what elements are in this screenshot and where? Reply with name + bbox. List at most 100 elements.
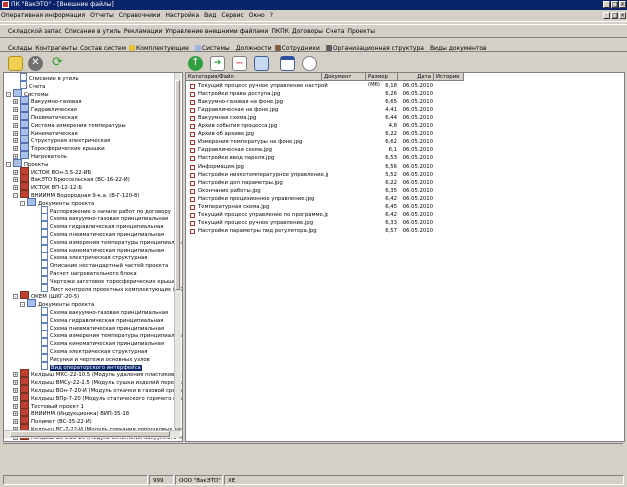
menu-item[interactable]: Окно [248,11,266,20]
tree-node[interactable]: Схема пневматическая принципиальная [34,229,164,238]
toolbar-link[interactable]: Управление внешними файлами [165,25,268,35]
column-header-size[interactable]: Размер (Мб) [366,73,398,88]
menu-item[interactable]: Справочники [118,11,162,20]
toolbar-link[interactable]: Организационная структура [325,39,427,52]
tree-node[interactable]: Чертежи заготовок торосферических крышек [34,275,179,285]
tree-node[interactable]: + Вакуумно-газовая [13,96,82,105]
toolbar-link[interactable]: Сотрудники [274,39,323,52]
tree-node[interactable]: - ОКЕМ (ШКГ-20-5) [13,291,79,300]
collapse-icon[interactable]: - [13,294,18,300]
file-row[interactable]: Гидравлическая на фоне.jpg 4,41 06.05.2010 [186,107,486,114]
tree-node[interactable]: Рисунки и чертежи основных узлов [34,353,150,363]
menu-item[interactable]: Настройка [165,11,201,20]
toolbar-link[interactable]: Склады [8,42,32,52]
toolbar-link[interactable]: Комплектующие [129,39,192,52]
tree-node[interactable]: + Пневматическая [13,112,78,121]
file-row[interactable]: Архив события процесса.jpg 4,8 06.05.2010 [186,123,486,130]
tree-node[interactable]: - Документы проекта [20,299,94,308]
file-row[interactable]: Настройки доп параметры.jpg 6,22 06.05.201… [186,180,486,187]
file-row[interactable]: Настройки ввод пароля.jpg 6,53 06.05.2010 [186,155,486,162]
column-header-history[interactable]: История [434,73,464,81]
file-row[interactable]: Текущий процесс ручное управление.jpg 6,3… [186,220,486,227]
mdi-restore-button[interactable]: □ [611,12,618,19]
toolbar-link[interactable]: Складской запас [8,25,62,35]
tree-node[interactable]: Схема кинематическая принципиальная [34,244,164,254]
file-list[interactable]: Категория/Файл Документ Размер (Мб) Дата… [185,72,625,442]
menu-item[interactable]: Отчеты [89,11,115,20]
collapse-icon[interactable]: - [13,193,18,198]
tree-node[interactable]: Схема кинематическая принципиальная [34,338,164,347]
file-row[interactable]: Вакуумно-газовая на фоне.jpg 6,65 06.05.20… [186,99,486,106]
tree-node[interactable]: + Полимет (ВС-35-22-И) [13,416,92,425]
menu-item[interactable]: Вид [203,11,217,20]
tree-node[interactable]: Схема электрическая структурная [34,252,147,261]
tree-node[interactable]: - Проекты [6,158,48,168]
file-row[interactable]: Окончание работы.jpg 6,35 06.05.2010 [186,188,486,195]
file-row[interactable]: Текущий процесс управление по программе.… [186,212,486,219]
tree-node[interactable]: Счета [13,80,45,90]
history-icon[interactable] [302,56,317,71]
file-row[interactable]: Текущий процесс ручное управление настро… [186,83,486,90]
tree-node[interactable]: + Келдыш ВМСу-22-2.5 (Модуль сушки издели… [13,377,182,386]
tree-horizontal-scroll-thumb[interactable] [10,431,170,437]
tree-node[interactable]: Схема измерения температуры принципиальн… [34,236,182,246]
tree-node[interactable]: - Документы проекта [20,197,94,207]
tree-node[interactable]: Описание нестандартный частей проекта [34,260,168,269]
copy-icon[interactable] [254,56,269,71]
file-row[interactable]: Информация.jpg 6,56 06.05.2010 [186,164,486,171]
tree-node[interactable]: + Келдыш ВПр-7-20 (Модуль статического го… [13,392,182,402]
tree-node[interactable]: + Келдыш МКС-22-10.5 (Модуль удаления пла… [13,369,182,378]
tree-node[interactable]: + Келдыш ВОн-7-20-И (Модуль откачки в газ… [13,385,182,394]
tree-node[interactable]: Схема измерения температуры принципиальн… [34,330,182,339]
tree-node[interactable]: Схема вакуумно-газовая принципиальная [34,307,168,316]
file-row[interactable]: Настройки прецизионное управление.jpg 6,4… [186,196,486,203]
file-row[interactable]: Настройки права доступа.jpg 6,26 06.05.201… [186,91,486,98]
tree-node[interactable]: - ВНИИНМ Водородная 9-к.а. (В-Г-120-8) [13,190,139,199]
tree-node[interactable]: + Гидравлическая [13,104,77,113]
menu-item[interactable]: Оперативная информация [0,11,86,20]
project-tree[interactable]: Списание в утиль Счета - Системы + Вакуумно-г… [3,72,183,442]
menu-item[interactable]: ? [269,11,274,20]
tree-node[interactable]: + Тестовый проект 1 [13,400,84,410]
tree-node[interactable]: + Структурная электрическая [13,135,110,144]
toolbar-link[interactable]: Списание в утиль [65,25,121,35]
tree-vertical-scroll-thumb[interactable] [175,80,180,290]
tree-node[interactable]: + Торосферические крышки [13,143,105,152]
file-row[interactable]: Гидравлическая схема.jpg 6,1 06.05.2010 [186,147,486,154]
tree-node[interactable]: Распоряжение о начале работ по договору [34,205,171,215]
tree-node[interactable]: + Нагреватель [13,151,67,160]
tree-node[interactable]: Расчет нагревательного блока [34,268,137,277]
close-button[interactable]: × [619,1,626,8]
tree-node[interactable]: Лист контроля проектных комплектующих (Л… [34,283,182,293]
collapse-icon[interactable]: - [6,91,11,97]
cancel-icon[interactable]: ✕ [28,56,43,71]
maximize-button[interactable]: □ [611,1,618,8]
tree-node[interactable]: Списание в утиль [13,73,79,82]
toolbar-link[interactable]: Виды документов [430,42,487,52]
tree-node[interactable]: Схема гидравлическая принципиальная [34,314,163,324]
toolbar-link[interactable]: Счета [326,25,345,35]
tree-node[interactable]: Схема электрическая структурная [34,346,147,355]
column-header-file[interactable]: Категория/Файл [186,73,322,81]
tree-node[interactable]: Вид операторского интерфейса [34,361,142,371]
properties-icon[interactable] [280,56,295,71]
tree-node[interactable]: + ВакЭТО Брюссельская (ВС-16-22-И) [13,174,130,183]
tree-node[interactable]: + ИСТОК ВОн-3.5-22-ИБ [13,166,91,176]
file-row[interactable]: Настройки низкотемпературное управление.… [186,172,486,179]
tree-node[interactable]: + ВНИИНМ (Индукционка) ВИП-35-18 [13,408,129,417]
column-header-date[interactable]: Дата [398,73,434,81]
toolbar-link[interactable]: Проекты [347,25,375,35]
tree-node[interactable]: - Системы [6,88,49,98]
toolbar-link[interactable]: Контрагенты [35,42,77,52]
tree-node[interactable]: Схема вакуумно-газовая принципиальная [34,213,168,222]
column-header-document[interactable]: Документ [322,73,366,81]
refresh-icon[interactable]: ⟳ [50,56,65,71]
toolbar-link[interactable]: ПКПК [271,25,289,35]
tree-node[interactable]: + Кинематическая [13,127,78,137]
collapse-icon[interactable]: - [20,302,25,308]
menu-item[interactable]: Сервис [220,11,244,20]
collapse-icon[interactable]: - [20,200,25,206]
tree-node[interactable]: Схема гидравлическая принципиальная [34,221,163,230]
folder-open-icon[interactable] [8,56,23,71]
mdi-minimize-button[interactable]: _ [603,12,610,19]
